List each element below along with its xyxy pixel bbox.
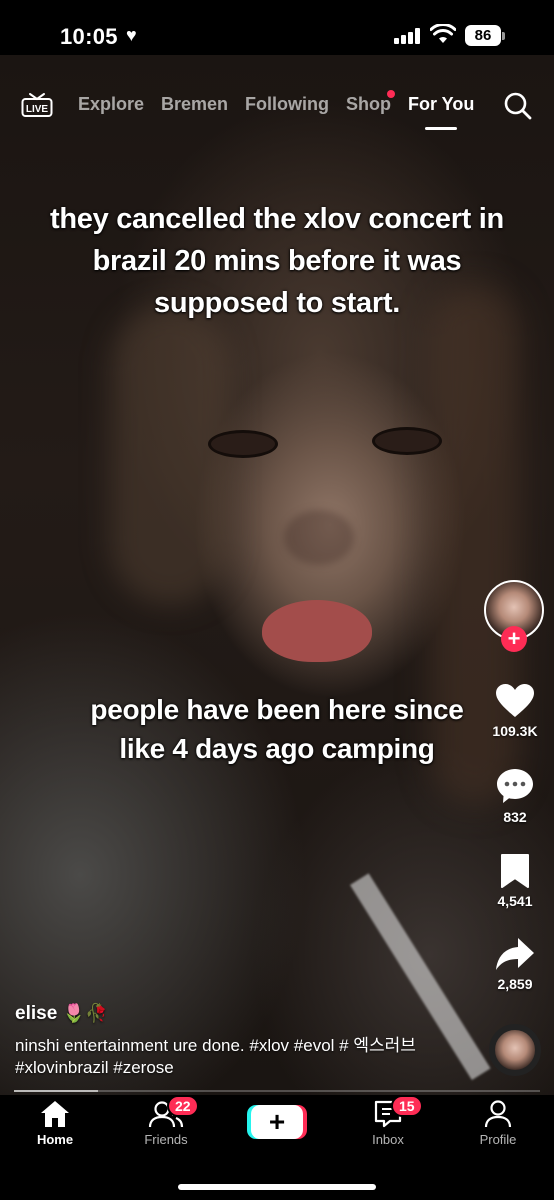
- post-username[interactable]: elise 🌷🥀: [15, 1003, 107, 1025]
- status-time: 10:05: [60, 24, 118, 49]
- plus-icon: +: [251, 1105, 303, 1139]
- heart-icon: [496, 684, 534, 717]
- nav-inbox-label: Inbox: [372, 1132, 404, 1147]
- top-nav: LIVE Explore Bremen Following Shop For Y…: [0, 80, 554, 130]
- post-description[interactable]: ninshi entertainment ure done. #xlov #ev…: [15, 1035, 455, 1079]
- search-icon[interactable]: [503, 91, 533, 121]
- shop-notification-dot: [387, 90, 395, 98]
- follow-button[interactable]: +: [501, 626, 527, 652]
- home-icon: [41, 1101, 69, 1127]
- nav-home-label: Home: [36, 1132, 74, 1147]
- nav-profile-label: Profile: [479, 1132, 517, 1147]
- status-bar: 10:05 ♥ 86: [0, 0, 554, 55]
- comment-count: 832: [503, 809, 527, 825]
- tab-for-you[interactable]: For You: [408, 94, 474, 115]
- comment-button[interactable]: 832: [484, 767, 546, 825]
- video-progress-fill: [14, 1090, 99, 1092]
- profile-icon: [484, 1100, 512, 1128]
- wifi-icon: [430, 24, 456, 43]
- nav-friends-label: Friends: [144, 1132, 188, 1147]
- battery-indicator: 86: [465, 25, 501, 46]
- like-count: 109.3K: [492, 723, 538, 739]
- video-caption-middle: people have been here since like 4 days …: [90, 694, 464, 764]
- active-tab-indicator: [425, 127, 457, 130]
- heart-icon: ♥: [126, 25, 137, 45]
- home-indicator: [178, 1184, 376, 1190]
- share-arrow-icon: [496, 938, 534, 970]
- like-button[interactable]: 109.3K: [484, 683, 546, 739]
- video-caption-top: they cancelled the xlov concert in brazi…: [50, 203, 504, 319]
- video-progress-bar[interactable]: [14, 1090, 540, 1092]
- tab-explore[interactable]: Explore: [78, 94, 144, 115]
- friends-badge: 22: [167, 1095, 199, 1117]
- svg-text:LIVE: LIVE: [26, 104, 49, 115]
- create-button[interactable]: +: [247, 1105, 307, 1139]
- tab-shop[interactable]: Shop: [346, 94, 391, 115]
- nav-friends[interactable]: 22 Friends: [121, 1095, 211, 1147]
- tab-following[interactable]: Following: [245, 94, 329, 115]
- share-button[interactable]: 2,859: [484, 936, 546, 992]
- live-tv-icon[interactable]: LIVE: [21, 92, 53, 118]
- sound-disc[interactable]: [489, 1024, 541, 1076]
- nav-profile[interactable]: Profile: [453, 1099, 543, 1147]
- inbox-badge: 15: [391, 1095, 423, 1117]
- username-emoji: 🌷🥀: [62, 1003, 108, 1023]
- bookmark-icon: [501, 854, 529, 888]
- save-button[interactable]: 4,541: [484, 853, 546, 909]
- share-count: 2,859: [497, 976, 533, 992]
- save-count: 4,541: [497, 893, 533, 909]
- tab-bremen[interactable]: Bremen: [161, 94, 228, 115]
- comment-icon: [497, 769, 533, 803]
- username-text: elise: [15, 1003, 58, 1024]
- cellular-signal-icon: [394, 28, 420, 44]
- nav-home[interactable]: Home: [10, 1099, 100, 1147]
- nav-inbox[interactable]: 15 Inbox: [343, 1095, 433, 1147]
